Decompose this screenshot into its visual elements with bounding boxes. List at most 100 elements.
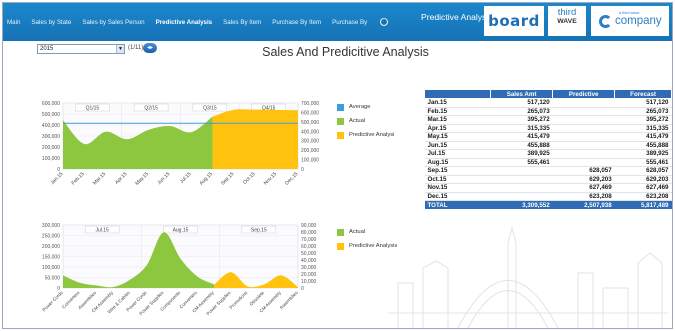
table-cell: 265,073 [614, 107, 672, 116]
table-cell [552, 115, 615, 125]
x-tick-label: Jun.15 [156, 171, 171, 186]
table-total-cell: TOTAL [424, 200, 491, 209]
y-tick-right: 10,000 [301, 279, 317, 285]
table-cell [552, 158, 615, 167]
table-cell [552, 98, 615, 108]
company-logo-text: company [615, 15, 662, 27]
info-circle-icon[interactable]: ⓘ [380, 18, 389, 26]
table-cell: 265,073 [490, 107, 553, 116]
nav-item-5[interactable]: Purchase By Item [272, 19, 321, 26]
table-row: Jun.15 455,888 455,888 [424, 141, 672, 150]
legend-label-average: Average [349, 104, 371, 110]
table-cell: 415,479 [614, 132, 672, 142]
table-cell: Apr.15 [424, 124, 491, 133]
table-row: Sep.15 628,057 628,057 [424, 166, 672, 176]
table-cell: Dec.15 [424, 192, 491, 201]
monthly-sales-chart: 600,000 500,000 400,000 300,000 200,000 100,0… [42, 101, 319, 187]
y-tick-left: 400,000 [42, 123, 60, 129]
table-row: Apr.15 315,335 315,335 [424, 124, 672, 133]
nav-item-2[interactable]: Sales by Sales Person [82, 19, 144, 26]
table-cell: 629,203 [552, 175, 615, 184]
table-cell: 395,272 [614, 115, 672, 125]
legend-swatch-actual-2 [337, 228, 344, 236]
legend-swatch-average [337, 103, 344, 111]
y-tick-right: 300,000 [301, 139, 319, 145]
x-tick-label: Jan.15 [50, 171, 65, 186]
table-cell: 627,469 [614, 183, 672, 193]
table-cell: 623,208 [614, 192, 672, 201]
table-cell: 555,461 [614, 158, 672, 167]
x-tick-label: Sep.15 [220, 171, 236, 187]
nav-item-0[interactable]: Main [7, 19, 20, 26]
table-cell: 455,888 [614, 141, 672, 150]
table-cell: 629,203 [614, 175, 672, 184]
nav-item-6[interactable]: Purchase By [332, 19, 367, 26]
y-tick-right: 700,000 [301, 101, 319, 107]
table-row: Aug.15 555,461 555,461 [424, 158, 672, 167]
y-tick-right: 200,000 [301, 148, 319, 154]
third-wave-logo-line2: WAVE [557, 18, 577, 25]
x-tick-label: Assemblies [279, 290, 300, 311]
column-header-sales-amt: Sales Amt [489, 89, 554, 99]
period-label: Q3/15 [203, 105, 217, 111]
table-header-row: Sales Amt Predictive Forecast [424, 89, 672, 99]
x-tick-label: Dec.15 [284, 171, 300, 187]
table-row: May.15 415,479 415,479 [424, 132, 672, 142]
table-cell [552, 124, 615, 133]
table-cell: 455,888 [490, 141, 553, 150]
table-cell: 415,479 [490, 132, 553, 142]
y-tick-right: 60,000 [301, 244, 317, 250]
y-tick-left: 200,000 [42, 244, 60, 250]
board-logo-text: board [488, 12, 540, 30]
period-label: Sep.15 [251, 227, 267, 233]
company-logo-mark-icon [599, 14, 612, 28]
y-tick-right: 600,000 [301, 110, 319, 116]
table-total-cell: 2,507,938 [552, 200, 615, 209]
x-tick-label: Jul.15 [179, 171, 193, 185]
table-cell: Jun.15 [424, 141, 491, 150]
y-tick-right: 90,000 [301, 223, 317, 229]
y-tick-right: 100,000 [301, 158, 319, 164]
y-tick-left: 100,000 [42, 265, 60, 271]
table-row: Jul.15 389,925 389,925 [424, 149, 672, 159]
table-cell: Nov.15 [424, 183, 491, 193]
legend-swatch-predictive-2 [337, 242, 344, 250]
table-cell: Mar.15 [424, 115, 491, 125]
table-cell [490, 183, 553, 193]
column-header-predictive: Predictive [552, 89, 616, 99]
table-cell: 628,057 [614, 166, 672, 176]
nav-item-3[interactable]: Predictive Analysis [156, 19, 213, 26]
y-tick-right: 50,000 [301, 251, 317, 257]
monthly-chart-legend: Average Actual Predictive Analysi [337, 100, 394, 142]
sales-forecast-table: Sales Amt Predictive Forecast Jan.15 517,… [424, 89, 672, 209]
city-skyline-illustration [388, 226, 668, 328]
x-tick-label: Mar.15 [92, 171, 107, 186]
y-tick-right: 0 [301, 286, 304, 292]
table-cell: 628,057 [552, 166, 615, 176]
nav-item-4[interactable]: Sales By Item [223, 19, 261, 26]
y-tick-right: 400,000 [301, 129, 319, 135]
y-tick-left: 500,000 [42, 112, 60, 118]
table-cell: 517,120 [490, 98, 553, 108]
x-tick-label: May.15 [134, 171, 150, 187]
y-tick-right: 30,000 [301, 265, 317, 271]
app-window: Main Sales by State Sales by Sales Person P… [2, 2, 673, 329]
item-sales-chart: 300,000 250,000 200,000 150,000 100,000 50,00… [41, 223, 317, 316]
table-cell: 389,925 [614, 149, 672, 159]
table-cell: Jul.15 [424, 149, 491, 159]
legend-swatch-actual [337, 117, 344, 125]
y-tick-right: 70,000 [301, 237, 317, 243]
y-tick-left: 600,000 [42, 101, 60, 107]
x-tick-label: Feb.15 [71, 171, 86, 186]
table-cell: Sep.15 [424, 166, 491, 176]
table-cell [552, 141, 615, 150]
x-tick-label: Promotions [228, 290, 248, 310]
y-tick-left: 50,000 [45, 276, 61, 282]
table-row: Mar.15 395,272 395,272 [424, 115, 672, 125]
table-cell [490, 175, 553, 184]
table-cell [490, 166, 553, 176]
y-tick-left: 300,000 [42, 134, 60, 140]
company-logo-prefix: a third wave [619, 11, 640, 15]
nav-item-1[interactable]: Sales by State [31, 19, 71, 26]
table-total-cell: 3,309,552 [490, 200, 553, 209]
